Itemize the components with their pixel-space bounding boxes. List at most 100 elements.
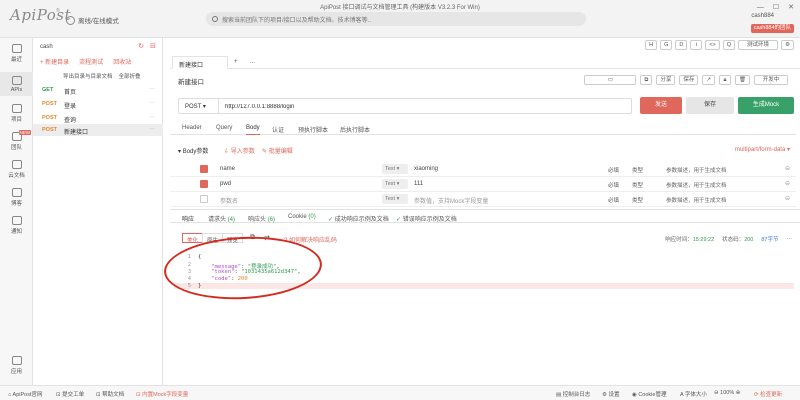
param-type-select[interactable]: Text ▾	[382, 164, 408, 174]
param-key[interactable]: name	[220, 166, 235, 172]
more-tabs-button[interactable]: ...	[244, 56, 261, 69]
param-checkbox[interactable]	[200, 195, 208, 203]
send-button[interactable]: 发送	[640, 97, 682, 114]
api-list-item[interactable]: POST 查询 ···	[33, 112, 163, 124]
toolbar-button[interactable]: i	[690, 40, 703, 50]
tab-body[interactable]: Body	[246, 125, 260, 135]
rail-item-team[interactable]: 团队 NEW	[0, 130, 33, 151]
param-key[interactable]: pwd	[220, 181, 231, 187]
forward-icon[interactable]: ↗	[702, 75, 716, 85]
save-icon-button[interactable]: 保存	[679, 75, 699, 85]
tab-response-headers[interactable]: 响应头 (6)	[248, 214, 275, 223]
param-desc[interactable]: 参数描述，用于生成文档	[666, 166, 727, 174]
api-list-item[interactable]: GET 首页 ···	[33, 84, 163, 96]
project-name[interactable]: cash	[40, 44, 53, 50]
param-type-select[interactable]: Text ▾	[382, 194, 408, 204]
mode-toggle[interactable]: 离线/在线模式	[66, 15, 119, 25]
settings-icon[interactable]: ⚙	[781, 40, 794, 50]
param-type-select[interactable]: Text ▾	[382, 179, 408, 189]
tab-cookie[interactable]: Cookie (0)	[288, 214, 316, 220]
more-icon[interactable]: ···	[149, 86, 155, 92]
status-select[interactable]: 开发中	[754, 75, 788, 85]
tab-request-headers[interactable]: 请求头 (4)	[208, 214, 235, 223]
tab-auth[interactable]: 认证	[272, 125, 284, 134]
more-options-icon[interactable]: ⋯	[787, 236, 793, 242]
trash-button[interactable]: 回收站	[113, 57, 131, 66]
rail-item-notify[interactable]: 通知	[0, 216, 33, 235]
more-icon[interactable]: ···	[149, 126, 155, 132]
param-required[interactable]: 必填	[608, 166, 619, 174]
share-button[interactable]: 分享	[656, 75, 676, 85]
save-button[interactable]: 保存	[686, 97, 734, 114]
tab-success-example[interactable]: ✓ 成功响应示例及文档	[328, 214, 389, 223]
delete-param-icon[interactable]: ⊖	[785, 180, 790, 187]
refresh-icon[interactable]: ↻	[138, 42, 144, 50]
rail-item-cloud-docs[interactable]: 云文档	[0, 160, 33, 179]
toolbar-button[interactable]: Q	[722, 40, 736, 50]
more-icon[interactable]: ···	[149, 114, 155, 120]
tab-pre-script[interactable]: 预执行脚本	[298, 125, 328, 134]
delete-param-icon[interactable]: ⊖	[785, 195, 790, 202]
body-params-label[interactable]: ▾ Body参数	[178, 146, 208, 155]
settings-button[interactable]: ⚙ 设置	[602, 390, 619, 398]
api-type-select[interactable]: ▭	[584, 75, 637, 85]
rail-item-projects[interactable]: 项目	[0, 104, 33, 123]
help-link[interactable]: ⊡ 帮助文档	[96, 390, 124, 398]
maximize-icon[interactable]: ☐	[773, 3, 779, 11]
param-desc[interactable]: 参数描述，用于生成文档	[666, 181, 727, 189]
lock-icon[interactable]: 🔒︎	[719, 75, 732, 85]
font-size-button[interactable]: A 字体大小	[680, 390, 707, 398]
feedback-link[interactable]: ⊡ 提交工单	[56, 390, 84, 398]
generate-mock-button[interactable]: 生成Mock	[738, 97, 794, 114]
flow-test-button[interactable]: 流程测试	[79, 57, 103, 66]
param-checkbox[interactable]	[200, 180, 208, 188]
param-required[interactable]: 必填	[608, 181, 619, 189]
tab-response[interactable]: 响应	[182, 214, 194, 223]
toolbar-button[interactable]: G	[660, 40, 673, 50]
tab-new-api[interactable]: 新建接口	[172, 56, 228, 69]
official-site-link[interactable]: ⌂ ApiPost官网	[8, 390, 43, 398]
mock-notice-link[interactable]: ⊡ 内置Mock字段变量	[136, 390, 188, 398]
url-input[interactable]	[225, 99, 625, 113]
check-update-button[interactable]: ⟳ 检查更新	[754, 390, 782, 398]
cookie-manager-button[interactable]: ◉ Cookie管理	[632, 390, 666, 398]
rail-item-apps[interactable]: 应用	[0, 356, 33, 375]
tab-header[interactable]: Header	[182, 125, 202, 131]
method-select[interactable]: POST ▾	[179, 99, 219, 113]
param-desc[interactable]: 参数描述，用于生成文档	[666, 196, 727, 204]
import-params-button[interactable]: ⇩ 导入参数	[224, 146, 255, 155]
export-button[interactable]: 导出目录与目录文档	[63, 72, 113, 80]
console-log-button[interactable]: ▤ 控制台日志	[556, 390, 590, 398]
global-search[interactable]: 搜索当前团队下的项目/接口以及帮助文档、技术博客等..	[206, 12, 586, 26]
tab-query[interactable]: Query	[216, 125, 232, 131]
close-icon[interactable]: ✕	[788, 3, 794, 11]
delete-icon[interactable]: 🗑︎	[735, 75, 750, 85]
param-required[interactable]: 必填	[608, 196, 619, 204]
rail-item-apis[interactable]: APIs	[0, 72, 33, 96]
zoom-level[interactable]: ⊖ 100% ⊕	[714, 390, 740, 396]
add-tab-button[interactable]: +	[228, 56, 244, 69]
rail-item-blog[interactable]: 博客	[0, 188, 33, 207]
env-select[interactable]: 测试环境	[738, 40, 779, 50]
param-checkbox[interactable]	[200, 165, 208, 173]
collapse-icon[interactable]: ⊟	[150, 42, 156, 50]
minimize-icon[interactable]: —	[757, 4, 764, 11]
api-name[interactable]: 新建接口	[178, 76, 204, 86]
param-value[interactable]: 111	[414, 181, 423, 187]
param-type[interactable]: 类型	[632, 196, 643, 204]
copy-icon[interactable]: ⧉	[640, 75, 653, 85]
param-value[interactable]: 参数值，支持Mock字段变量	[414, 196, 488, 205]
bulk-edit-button[interactable]: ✎ 批量编辑	[262, 146, 293, 155]
toolbar-button[interactable]: <>	[705, 40, 720, 50]
collapse-all-button[interactable]: 全部折叠	[119, 72, 141, 80]
more-icon[interactable]: ···	[149, 100, 155, 106]
api-list-item-active[interactable]: POST 新建接口 ···	[33, 124, 163, 136]
param-type[interactable]: 类型	[632, 181, 643, 189]
content-type-select[interactable]: multipart/form-data ▾	[735, 146, 790, 153]
rail-item-recent[interactable]: 最近	[0, 44, 33, 63]
param-key[interactable]: 参数名	[220, 196, 238, 205]
user-name[interactable]: cash884	[751, 13, 774, 19]
team-badge[interactable]: cash884的团队	[750, 24, 794, 33]
param-type[interactable]: 类型	[632, 166, 643, 174]
delete-param-icon[interactable]: ⊖	[785, 165, 790, 172]
